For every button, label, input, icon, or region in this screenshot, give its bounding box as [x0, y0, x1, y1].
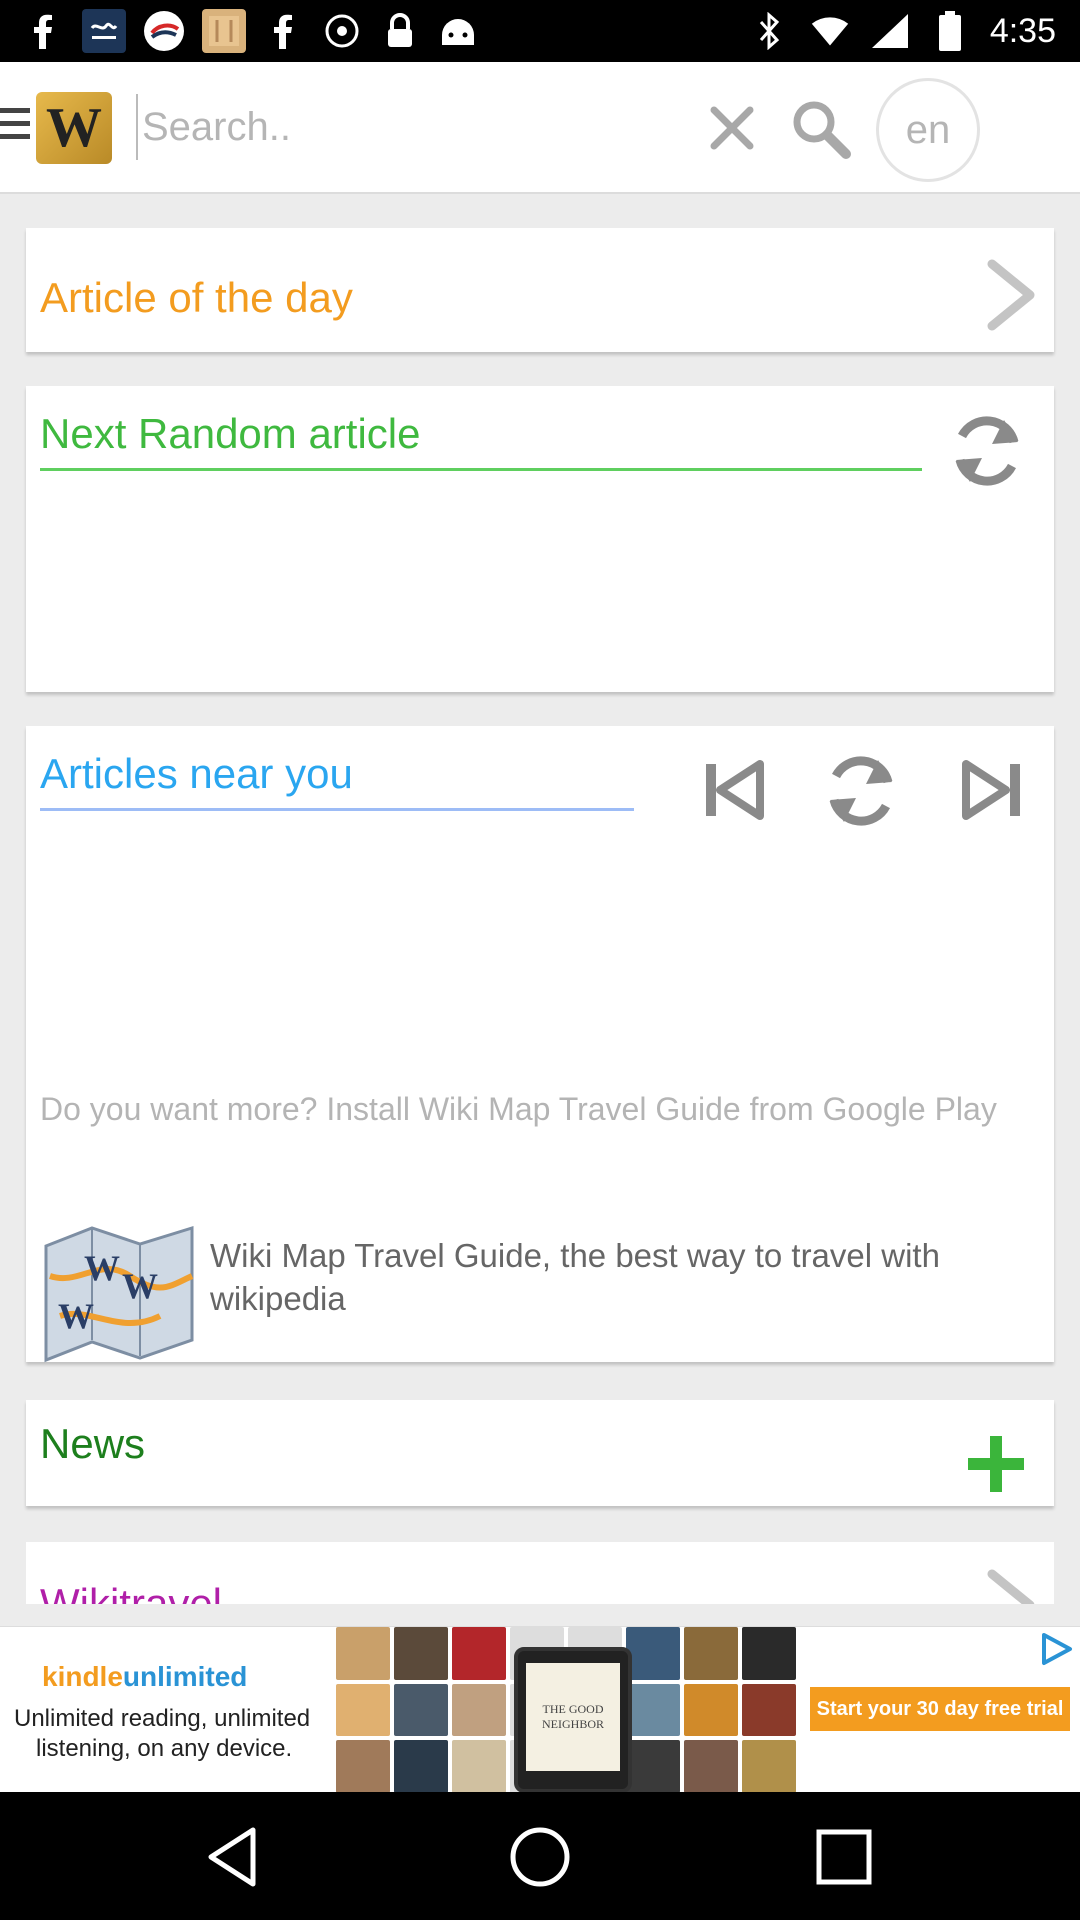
add-news-button[interactable] [968, 1436, 1024, 1492]
bluetooth-icon [750, 11, 790, 51]
app-logo[interactable]: W [36, 92, 112, 164]
search-input[interactable] [136, 94, 676, 160]
system-icons: 4:35 [750, 8, 1056, 54]
skip-next-icon [962, 760, 1020, 820]
wikitravel-next-button[interactable] [978, 1568, 1044, 1604]
airline-icon [144, 11, 184, 51]
articles-near-you-card: Articles near you Do you want more? Inst… [26, 726, 1054, 1364]
status-bar: 4:35 [0, 0, 1080, 62]
home-icon [510, 1827, 570, 1887]
search-button[interactable] [790, 98, 852, 160]
navigation-bar [0, 1792, 1080, 1920]
news-title: News [40, 1420, 146, 1467]
app-header: W en [0, 62, 1080, 194]
chevron-right-icon [987, 1569, 1035, 1604]
chevron-right-icon [987, 259, 1035, 331]
previous-button[interactable] [694, 748, 774, 832]
facebook-icon [264, 11, 304, 51]
svg-text:W: W [58, 1296, 94, 1336]
recents-icon [816, 1829, 872, 1885]
battery-icon [930, 11, 970, 51]
wifi-icon [810, 11, 850, 51]
articles-near-you-title: Articles near you [40, 750, 353, 797]
kindle-unlimited-logo: kindleunlimited [42, 1661, 248, 1692]
ad-banner[interactable]: kindleunlimited Unlimited reading, unlim… [0, 1626, 1080, 1792]
wikitravel-card[interactable]: Wikitravel [26, 1542, 1054, 1604]
wiki-map-description[interactable]: Wiki Map Travel Guide, the best way to t… [210, 1234, 1030, 1320]
kindle-device-image: THE GOOD NEIGHBOR [514, 1647, 632, 1792]
refresh-icon [829, 756, 893, 826]
install-promo-text[interactable]: Do you want more? Install Wiki Map Trave… [40, 1088, 1020, 1130]
random-article-card: Next Random article [26, 386, 1054, 692]
back-icon [208, 1827, 256, 1887]
next-nearby-button[interactable] [952, 748, 1032, 832]
refresh-near-button[interactable] [818, 748, 908, 832]
notification-icons [24, 9, 478, 53]
close-icon [710, 106, 754, 150]
android-icon [438, 11, 478, 51]
random-article-underline [40, 468, 922, 471]
news-card[interactable]: News [26, 1400, 1054, 1506]
search-icon [793, 101, 851, 159]
article-of-the-day-title: Article of the day [40, 274, 353, 321]
articles-near-you-underline [40, 808, 634, 811]
facebook-icon [24, 11, 64, 51]
next-button[interactable] [978, 258, 1044, 332]
wiki-map-logo[interactable]: W W W [40, 1216, 200, 1364]
lock-icon [380, 11, 420, 51]
svg-text:W: W [84, 1248, 120, 1288]
language-button[interactable]: en [876, 78, 980, 182]
refresh-icon [955, 416, 1019, 486]
menu-icon[interactable] [0, 108, 30, 148]
home-button[interactable] [505, 1822, 575, 1892]
photo-icon [202, 9, 246, 53]
urdu-app-icon [82, 9, 126, 53]
refresh-random-button[interactable] [944, 408, 1030, 494]
recents-button[interactable] [809, 1822, 879, 1892]
ad-tagline-1: Unlimited reading, unlimited [14, 1705, 311, 1732]
back-button[interactable] [201, 1822, 271, 1892]
ad-tagline-2: listening, on any device. [36, 1735, 293, 1762]
signal-icon [870, 11, 910, 51]
svg-text:W: W [122, 1266, 158, 1306]
random-article-title[interactable]: Next Random article [40, 410, 420, 458]
clear-search-button[interactable] [706, 102, 758, 154]
skip-previous-icon [706, 760, 764, 820]
status-time: 4:35 [989, 11, 1056, 50]
messenger-icon [322, 11, 362, 51]
ad-choices-icon[interactable] [1038, 1631, 1074, 1667]
free-trial-button[interactable]: Start your 30 day free trial [810, 1687, 1070, 1731]
wikitravel-title: Wikitravel [40, 1580, 223, 1604]
article-of-the-day-card[interactable]: Article of the day [26, 228, 1054, 352]
